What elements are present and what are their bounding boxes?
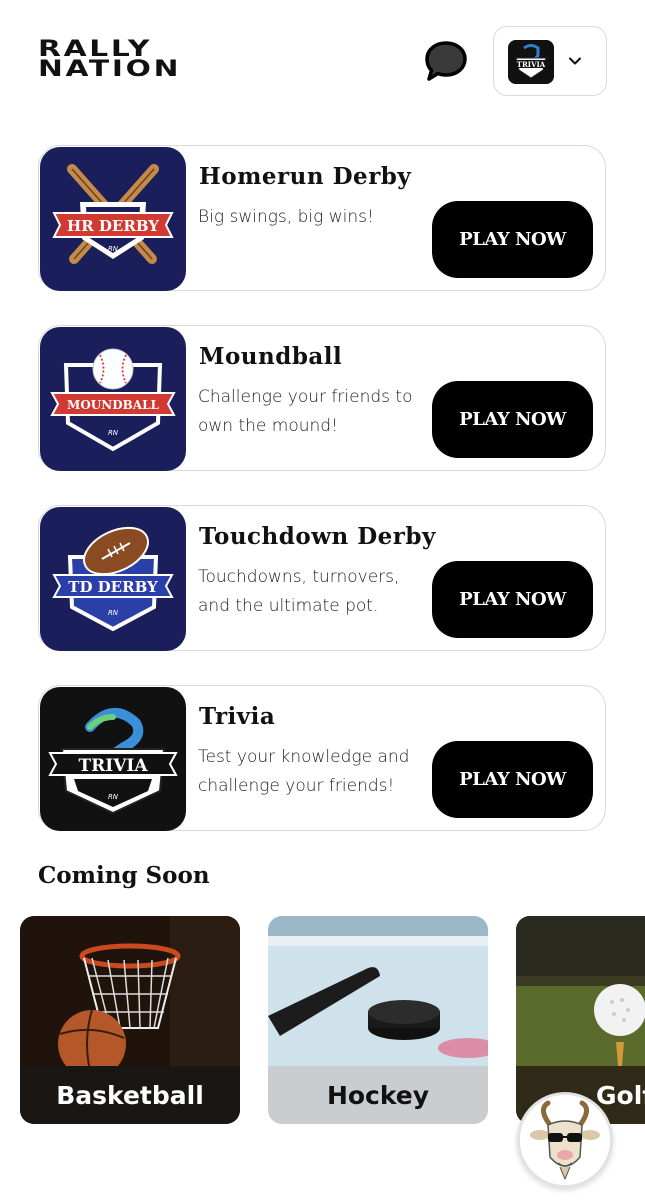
trivia-badge-text: TRIVIA: [78, 756, 148, 776]
goat-mascot-icon: [520, 1095, 610, 1185]
play-now-button[interactable]: PLAY NOW: [432, 201, 593, 278]
coming-soon-heading: Coming Soon: [38, 862, 210, 889]
touchdown-derby-badge: TD DERBY RN: [40, 507, 186, 651]
hr-derby-badge-sub: RN: [108, 245, 119, 253]
sport-label: Basketball: [56, 1080, 204, 1110]
sport-label: Hockey: [326, 1080, 430, 1110]
play-now-button[interactable]: PLAY NOW: [432, 561, 593, 638]
chat-button[interactable]: [424, 40, 468, 82]
game-description: Test your knowledge and challenge your f…: [198, 747, 410, 796]
game-title: Touchdown Derby: [199, 523, 436, 550]
play-now-button[interactable]: PLAY NOW: [432, 741, 593, 818]
homerun-derby-badge: HR DERBY RN: [40, 147, 186, 291]
selector-thumb-text: TRIVIA: [517, 60, 546, 69]
rally-nation-logo[interactable]: RALLY NATION: [38, 39, 208, 81]
logo-line-2: NATION: [38, 57, 182, 82]
hr-derby-badge-text: HR DERBY: [67, 217, 159, 235]
game-description: Big swings, big wins!: [198, 207, 374, 227]
game-title: Trivia: [199, 703, 276, 730]
game-card-touchdown-derby[interactable]: TD DERBY RN Touchdown Derby Touchdowns, …: [38, 505, 606, 651]
moundball-badge: MOUNDBALL RN: [40, 327, 186, 471]
chevron-down-icon: [569, 57, 581, 65]
mascot-chat-button[interactable]: [517, 1092, 613, 1188]
chat-bubble-icon: [425, 41, 467, 81]
game-card-trivia[interactable]: TRIVIA RN Trivia Test your knowledge and…: [38, 685, 606, 831]
trivia-badge-sub: RN: [108, 793, 119, 801]
moundball-badge-text: MOUNDBALL: [67, 398, 159, 412]
header: RALLY NATION TRIVIA: [0, 0, 645, 120]
moundball-badge-sub: RN: [108, 429, 119, 437]
game-selector-dropdown[interactable]: TRIVIA: [493, 26, 607, 96]
td-derby-badge-sub: RN: [108, 609, 119, 617]
trivia-badge: TRIVIA RN: [40, 687, 186, 831]
coming-soon-card-basketball[interactable]: Basketball: [20, 916, 240, 1124]
game-description: Touchdowns, turnovers, and the ultimate …: [198, 567, 400, 616]
play-now-button[interactable]: PLAY NOW: [432, 381, 593, 458]
coming-soon-card-hockey[interactable]: Hockey: [268, 916, 488, 1124]
coming-soon-card-golf[interactable]: Golf: [516, 916, 645, 1124]
td-derby-badge-text: TD DERBY: [68, 578, 158, 596]
game-card-moundball[interactable]: MOUNDBALL RN Moundball Challenge your fr…: [38, 325, 606, 471]
game-card-homerun-derby[interactable]: HR DERBY RN Homerun Derby Big swings, bi…: [38, 145, 606, 291]
selected-game-thumbnail: TRIVIA: [508, 40, 554, 84]
game-title: Homerun Derby: [199, 163, 412, 190]
game-description: Challenge your friends to own the mound!: [198, 387, 413, 436]
game-title: Moundball: [199, 343, 343, 370]
